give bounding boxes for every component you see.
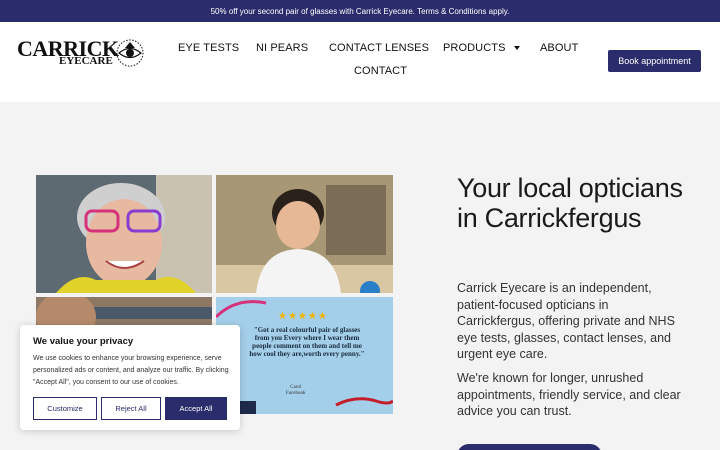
customize-button[interactable]: Customize [33,397,97,420]
eye-logo-icon [116,39,144,67]
hero-subtext: We're known for longer, unrushed appoint… [457,371,681,418]
nav-contact-lenses[interactable]: CONTACT LENSES [329,42,429,54]
nav-about[interactable]: ABOUT [540,42,578,54]
reject-all-button[interactable]: Reject All [101,397,161,420]
promo-banner: 50% off your second pair of glasses with… [0,0,720,22]
rating-stars: ★★★★★ [278,311,328,322]
book-appointment-button[interactable]: Book appointment [608,50,701,72]
nav-products[interactable]: PRODUCTS [443,42,520,54]
promo-text: 50% off your second pair of glasses with… [210,6,510,16]
hero-cta-button[interactable] [457,444,602,450]
photo-woman-glasses [36,175,212,293]
chevron-down-icon [513,46,520,51]
review-author: Carol Facebook [286,385,305,397]
logo[interactable]: CARRICK EYECARE [17,38,147,72]
cookie-title: We value your privacy [33,336,134,347]
nav-ni-pears[interactable]: NI PEARS [256,42,308,54]
photo-boy [216,175,393,293]
hero-title: Your local opticians in Carrickfergus [457,173,683,233]
site-header: CARRICK EYECARE EYE TESTS NI PEARS CONTA… [0,22,720,102]
nav-products-label: PRODUCTS [443,42,506,54]
accept-all-button[interactable]: Accept All [165,397,227,420]
boy-portrait-image [216,175,393,293]
review-author-source: Facebook [286,391,306,396]
woman-portrait-image [36,175,212,293]
nav-eye-tests[interactable]: EYE TESTS [178,42,239,54]
review-quote: "Got a real colourful pair of glasses fr… [249,326,365,358]
hero-intro: Carrick Eyecare is an independent, patie… [457,281,675,361]
cookie-consent-banner: We value your privacy We use cookies to … [20,325,240,430]
cookie-description: We use cookies to enhance your browsing … [33,355,229,386]
review-card: ★★★★★ "Got a real colourful pair of glas… [216,297,393,414]
nav-contact[interactable]: CONTACT [354,65,407,77]
logo-line2: EYECARE [59,55,113,67]
